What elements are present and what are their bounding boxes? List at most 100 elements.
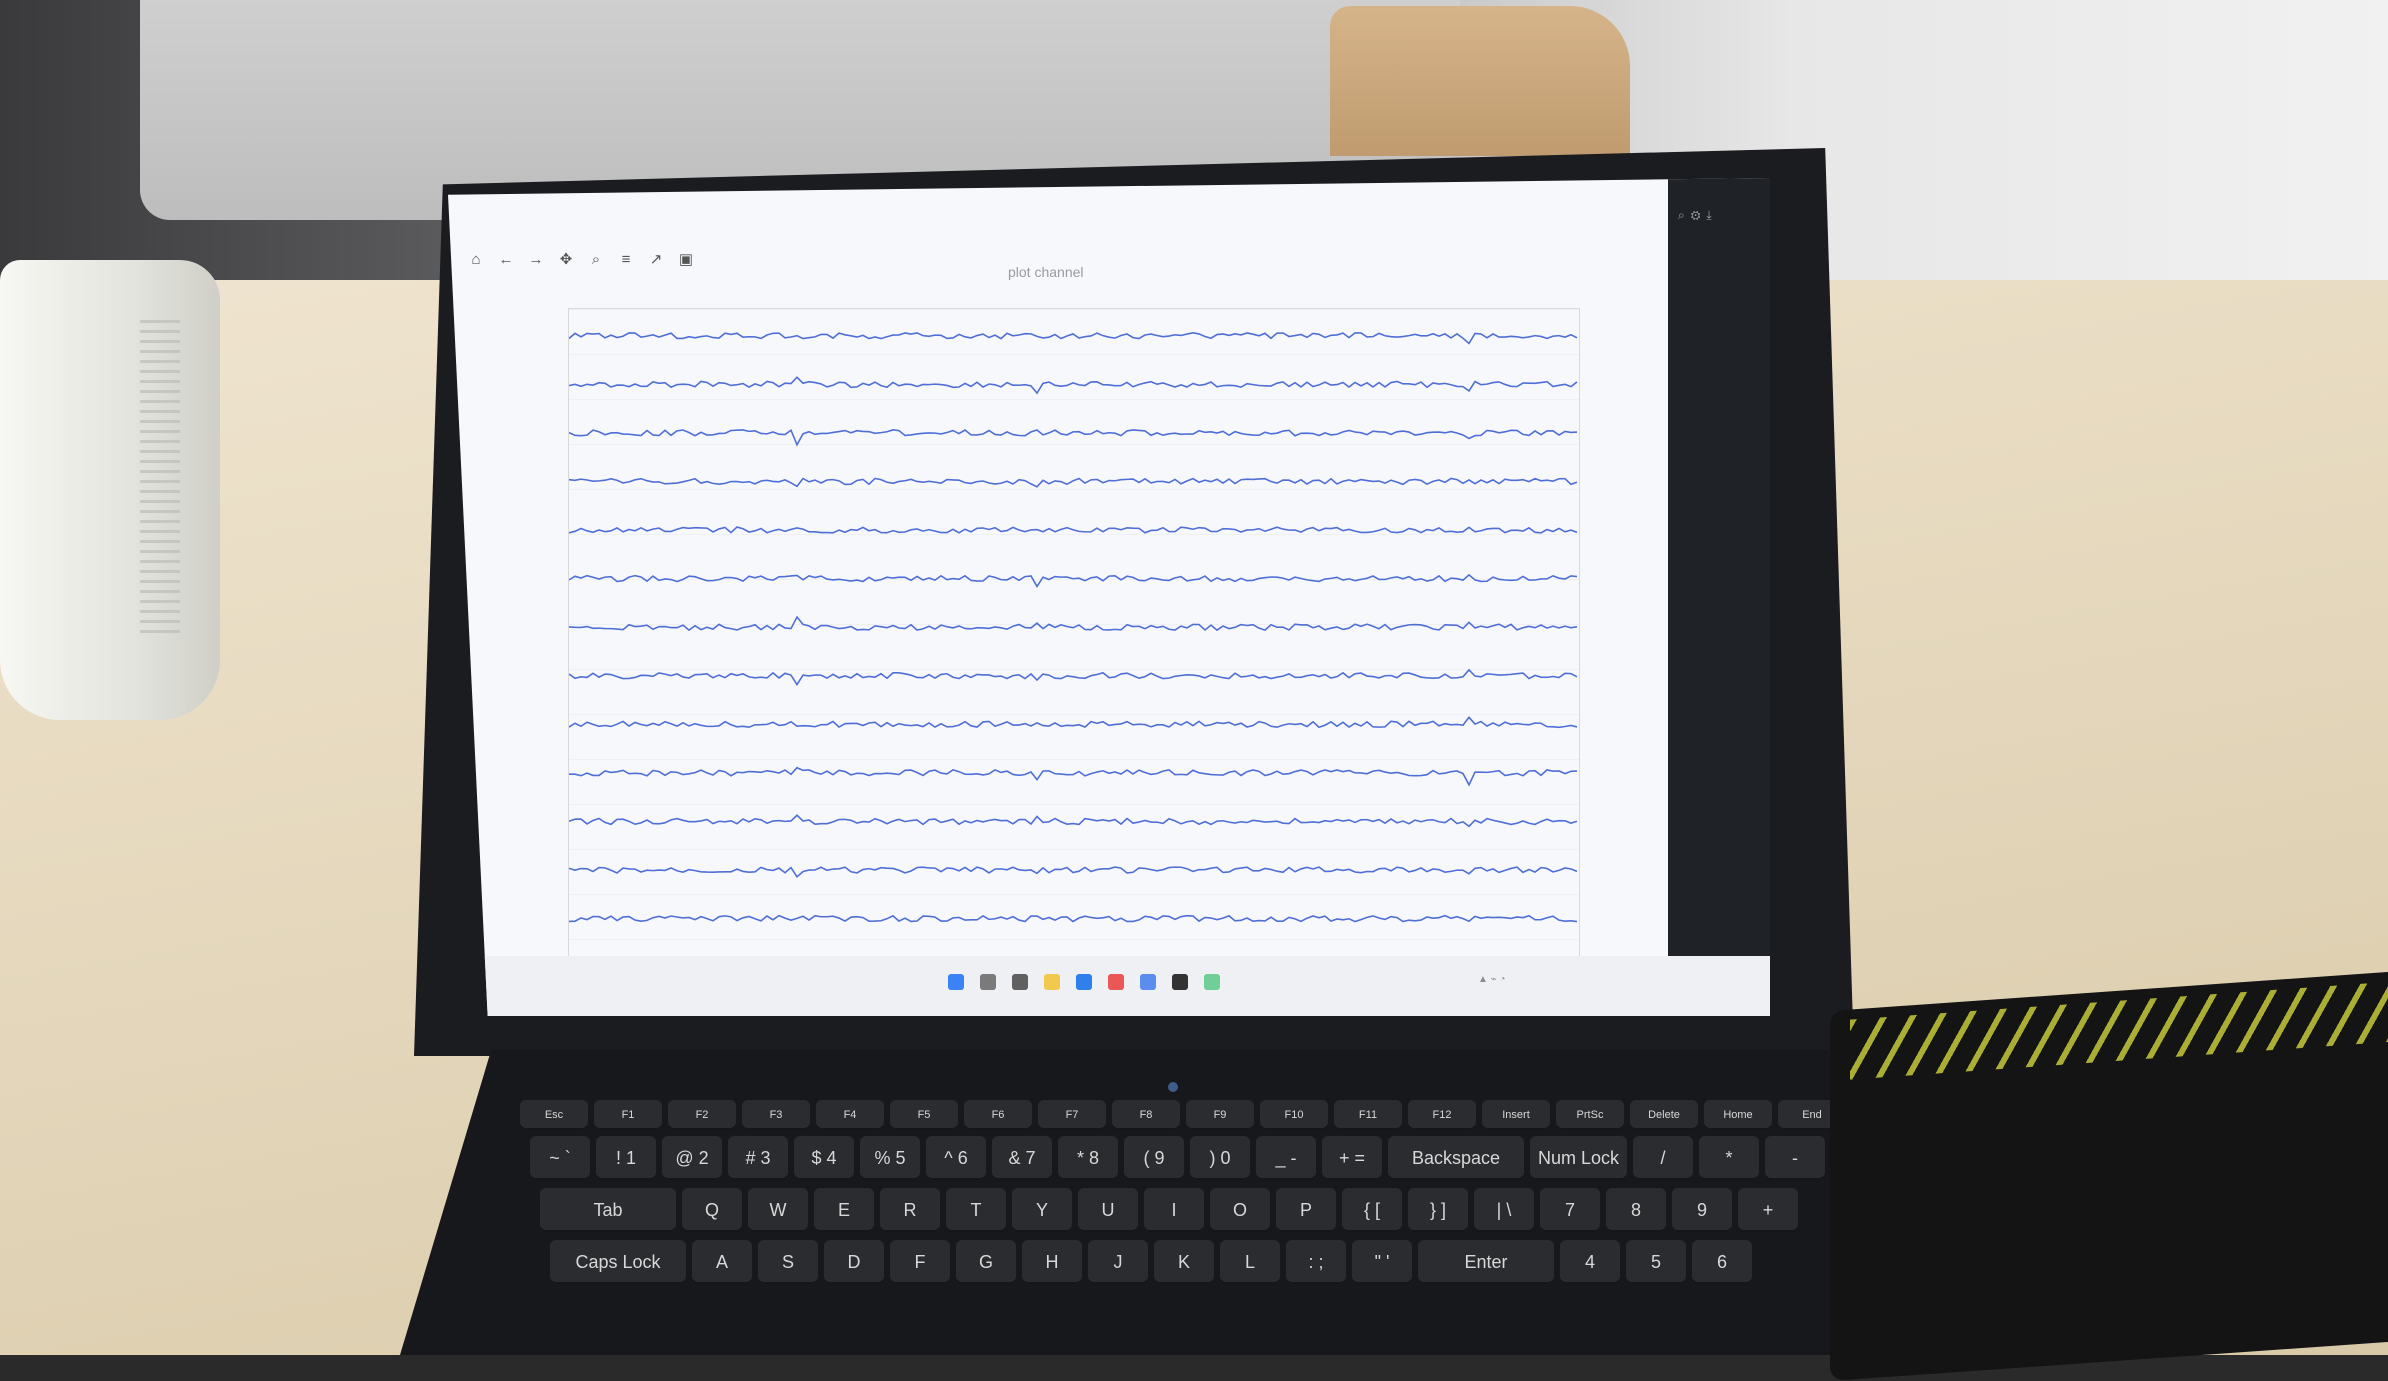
key[interactable]: 9 <box>1672 1188 1732 1232</box>
key[interactable]: F2 <box>668 1100 736 1130</box>
key[interactable]: 5 <box>1626 1240 1686 1284</box>
key[interactable]: S <box>758 1240 818 1284</box>
channel-trace <box>568 668 1578 687</box>
key[interactable]: Home <box>1704 1100 1772 1130</box>
key[interactable]: * 8 <box>1058 1136 1118 1180</box>
key[interactable]: F9 <box>1186 1100 1254 1130</box>
pan-icon[interactable]: ✥ <box>558 252 574 268</box>
plot-panels <box>568 308 1580 990</box>
key[interactable]: Q <box>682 1188 742 1232</box>
key[interactable]: Tab <box>540 1188 676 1232</box>
key[interactable]: $ 4 <box>794 1136 854 1180</box>
key[interactable]: 7 <box>1540 1188 1600 1232</box>
key[interactable]: G <box>956 1240 1016 1284</box>
channel-trace <box>568 866 1578 879</box>
key[interactable]: P <box>1276 1188 1336 1232</box>
key[interactable]: F6 <box>964 1100 1032 1130</box>
key[interactable]: F1 <box>594 1100 662 1130</box>
key[interactable]: / <box>1633 1136 1694 1180</box>
taskview-icon[interactable] <box>1012 974 1028 990</box>
key[interactable]: + <box>1738 1188 1798 1232</box>
key[interactable]: ) 0 <box>1190 1136 1250 1180</box>
chair <box>1330 6 1630 156</box>
taskbar-icons <box>948 974 1220 990</box>
key[interactable]: Delete <box>1630 1100 1698 1130</box>
key[interactable]: F10 <box>1260 1100 1328 1130</box>
channel-trace <box>568 914 1578 923</box>
key[interactable]: 6 <box>1692 1240 1752 1284</box>
key[interactable]: F5 <box>890 1100 958 1130</box>
channel-trace <box>568 716 1578 729</box>
key[interactable]: ^ 6 <box>926 1136 986 1180</box>
key[interactable]: H <box>1022 1240 1082 1284</box>
key[interactable]: PrtSc <box>1556 1100 1624 1130</box>
key[interactable]: F7 <box>1038 1100 1106 1130</box>
key[interactable]: F11 <box>1334 1100 1402 1130</box>
key[interactable]: F8 <box>1112 1100 1180 1130</box>
key[interactable]: Y <box>1012 1188 1072 1232</box>
back-icon[interactable]: ← <box>498 252 514 268</box>
explorer-icon[interactable] <box>1044 974 1060 990</box>
plot-title: plot channel <box>1008 264 1084 280</box>
side-panel-icons: ⌕⚙⤓ <box>1678 208 1718 222</box>
start-icon[interactable] <box>948 974 964 990</box>
key[interactable]: & 7 <box>992 1136 1052 1180</box>
channel-trace <box>568 573 1578 588</box>
key[interactable]: F3 <box>742 1100 810 1130</box>
terminal-icon[interactable] <box>1172 974 1188 990</box>
store-icon[interactable] <box>1140 974 1156 990</box>
browser-icon[interactable] <box>1076 974 1092 990</box>
key[interactable]: Caps Lock <box>550 1240 686 1284</box>
mail-icon[interactable] <box>1108 974 1124 990</box>
search-icon[interactable] <box>980 974 996 990</box>
key[interactable]: Insert <box>1482 1100 1550 1130</box>
key[interactable]: R <box>880 1188 940 1232</box>
key[interactable]: | \ <box>1474 1188 1534 1232</box>
key[interactable]: 8 <box>1606 1188 1666 1232</box>
key[interactable]: D <box>824 1240 884 1284</box>
key[interactable]: A <box>692 1240 752 1284</box>
key[interactable]: F <box>890 1240 950 1284</box>
forward-icon[interactable]: → <box>528 252 544 268</box>
key[interactable]: L <box>1220 1240 1280 1284</box>
key[interactable]: K <box>1154 1240 1214 1284</box>
zoom-icon[interactable]: ⌕ <box>588 252 604 268</box>
channel-trace <box>568 526 1578 534</box>
plot-area <box>518 298 1608 998</box>
key[interactable]: % 5 <box>860 1136 920 1180</box>
key[interactable]: Esc <box>520 1100 588 1130</box>
key[interactable]: - <box>1765 1136 1826 1180</box>
key[interactable]: ! 1 <box>596 1136 656 1180</box>
key[interactable]: ( 9 <box>1124 1136 1184 1180</box>
key[interactable]: W <box>748 1188 808 1232</box>
key[interactable]: ~ ` <box>530 1136 590 1180</box>
home-icon[interactable]: ⌂ <box>468 252 484 268</box>
key[interactable]: O <box>1210 1188 1270 1232</box>
key[interactable]: * <box>1699 1136 1760 1180</box>
key[interactable]: J <box>1088 1240 1148 1284</box>
key[interactable]: : ; <box>1286 1240 1346 1284</box>
key[interactable]: T <box>946 1188 1006 1232</box>
edit-axis-icon[interactable]: ↗ <box>648 252 664 268</box>
key[interactable]: Enter <box>1418 1240 1554 1284</box>
key[interactable]: Num Lock <box>1530 1136 1628 1180</box>
key[interactable]: # 3 <box>728 1136 788 1180</box>
keyboard-row: Tab Q W E R T Y U I O P{ [} ] | \ 7 8 9 + <box>540 1188 1798 1232</box>
key[interactable]: " ' <box>1352 1240 1412 1284</box>
key[interactable]: E <box>814 1188 874 1232</box>
key[interactable]: { [ <box>1342 1188 1402 1232</box>
configure-subplots-icon[interactable]: ≡ <box>618 252 634 268</box>
key[interactable]: 4 <box>1560 1240 1620 1284</box>
key[interactable]: I <box>1144 1188 1204 1232</box>
key[interactable]: } ] <box>1408 1188 1468 1232</box>
key[interactable]: F4 <box>816 1100 884 1130</box>
save-icon[interactable]: ▣ <box>678 252 694 268</box>
key[interactable]: F12 <box>1408 1100 1476 1130</box>
key[interactable]: U <box>1078 1188 1138 1232</box>
key[interactable]: + = <box>1322 1136 1382 1180</box>
key[interactable]: @ 2 <box>662 1136 722 1180</box>
laptop-keyboard: Esc F1 F2 F3 F4 F5 F6 F7 F8 F9 F10 F11 F12 Insert PrtS… <box>520 1100 1994 1355</box>
key[interactable]: _ - <box>1256 1136 1316 1180</box>
key[interactable]: Backspace <box>1388 1136 1524 1180</box>
app-icon[interactable] <box>1204 974 1220 990</box>
